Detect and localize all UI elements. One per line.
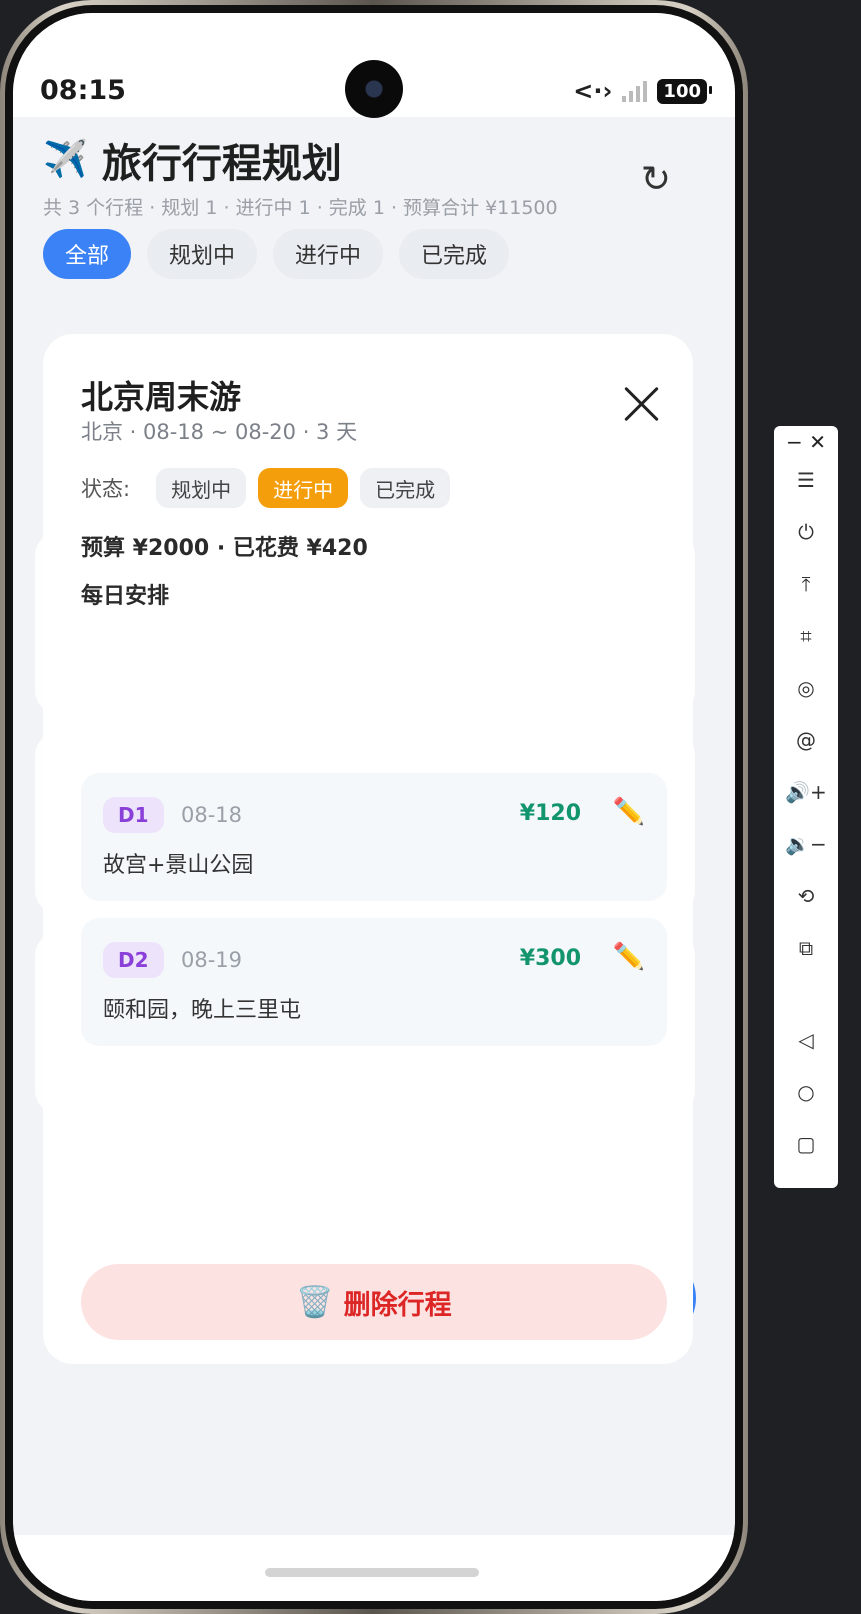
menu-icon[interactable]: ☰ <box>774 454 838 506</box>
day-badge: D1 <box>103 797 164 833</box>
tab-all[interactable]: 全部 <box>43 229 132 279</box>
recents-icon[interactable]: ▢ <box>774 1118 838 1170</box>
status-option-in-progress[interactable]: 进行中 <box>258 468 349 508</box>
camera-cutout <box>345 60 403 118</box>
close-window-icon[interactable]: ✕ <box>809 430 826 454</box>
trash-icon: 🗑️ <box>296 1284 334 1320</box>
home-icon[interactable]: ○ <box>774 1066 838 1118</box>
filter-tabs: 全部 规划中 进行中 已完成 <box>43 229 510 279</box>
pencil-icon[interactable]: ✏️ <box>613 797 645 827</box>
delete-trip-label: 删除行程 <box>343 1289 452 1321</box>
trip-name: 北京周末游 <box>81 378 242 416</box>
status-option-completed[interactable]: 已完成 <box>360 468 451 508</box>
trip-detail-modal: 北京周末游 北京 · 08-18 ~ 08-20 · 3 天 状态: 规划中 进… <box>43 334 693 1364</box>
tab-in-progress[interactable]: 进行中 <box>273 229 384 279</box>
status-label: 状态: <box>81 477 131 501</box>
close-icon[interactable] <box>623 386 659 422</box>
rotate-icon[interactable]: ⟲ <box>774 870 838 922</box>
day-description: 颐和园，晚上三里屯 <box>103 998 302 1023</box>
day-badge: D2 <box>103 942 164 978</box>
refresh-icon[interactable]: ↻ <box>641 159 671 200</box>
screenshot-icon[interactable]: ◎ <box>774 662 838 714</box>
phone-screen: 08:15 <·› 100 ✈️ 旅行行程规划 共 3 个行程 · 规划 1 ·… <box>13 13 735 1601</box>
toolbar-window-controls: − ✕ <box>774 426 838 454</box>
airplane-icon: ✈️ <box>43 139 88 180</box>
emulator-toolbar: − ✕ ☰ ⏻ ⤒ ⌗ ◎ @ 🔊+ 🔉− ⟲ ⧉ ◁ ○ ▢ <box>774 426 838 1188</box>
status-option-planning[interactable]: 规划中 <box>156 468 247 508</box>
volume-up-icon[interactable]: 🔊+ <box>774 766 838 818</box>
trip-summary: 共 3 个行程 · 规划 1 · 进行中 1 · 完成 1 · 预算合计 ¥11… <box>43 197 558 219</box>
day-date: 08-19 <box>181 948 243 972</box>
app-header: ✈️ 旅行行程规划 共 3 个行程 · 规划 1 · 进行中 1 · 完成 1 … <box>43 131 683 220</box>
bottom-nav-area <box>13 1535 735 1601</box>
record-icon[interactable]: @ <box>774 714 838 766</box>
day-item: D2 08-19 ¥300 ✏️ 颐和园，晚上三里屯 <box>81 918 667 1046</box>
volume-down-icon[interactable]: 🔉− <box>774 818 838 870</box>
status-indicators: <·› 100 <box>573 77 712 105</box>
battery-icon: 100 <box>657 78 712 104</box>
multi-screen-icon[interactable]: ⧉ <box>774 922 838 974</box>
trip-meta: 北京 · 08-18 ~ 08-20 · 3 天 <box>81 420 358 444</box>
day-date: 08-18 <box>181 803 243 827</box>
status-time: 08:15 <box>40 75 126 106</box>
day-item: D1 08-18 ¥120 ✏️ 故宫+景山公园 <box>81 773 667 901</box>
phone-bezel: 08:15 <·› 100 ✈️ 旅行行程规划 共 3 个行程 · 规划 1 ·… <box>5 5 743 1609</box>
title-row: ✈️ 旅行行程规划 <box>43 131 683 189</box>
crop-icon[interactable]: ⌗ <box>774 610 838 662</box>
tab-completed[interactable]: 已完成 <box>399 229 510 279</box>
pencil-icon[interactable]: ✏️ <box>613 942 645 972</box>
daily-schedule-heading: 每日安排 <box>81 584 170 609</box>
pin-top-icon[interactable]: ⤒ <box>774 558 838 610</box>
network-icon: <·› <box>573 77 613 105</box>
signal-icon <box>622 80 648 102</box>
delete-trip-button[interactable]: 🗑️ 删除行程 <box>81 1264 667 1340</box>
day-cost: ¥300 <box>519 946 581 971</box>
budget-line: 预算 ¥2000 · 已花费 ¥420 <box>81 536 368 561</box>
day-description: 故宫+景山公园 <box>103 853 254 878</box>
status-bar: 08:15 <·› 100 <box>13 13 735 118</box>
page-title: 旅行行程规划 <box>101 141 342 187</box>
home-indicator[interactable] <box>265 1568 479 1577</box>
status-selector: 状态: 规划中 进行中 已完成 <box>81 468 451 508</box>
tab-planning[interactable]: 规划中 <box>147 229 258 279</box>
phone-frame: 08:15 <·› 100 ✈️ 旅行行程规划 共 3 个行程 · 规划 1 ·… <box>0 0 748 1614</box>
power-icon[interactable]: ⏻ <box>774 506 838 558</box>
minimize-icon[interactable]: − <box>786 430 803 454</box>
day-cost: ¥120 <box>519 801 581 826</box>
back-icon[interactable]: ◁ <box>774 1014 838 1066</box>
